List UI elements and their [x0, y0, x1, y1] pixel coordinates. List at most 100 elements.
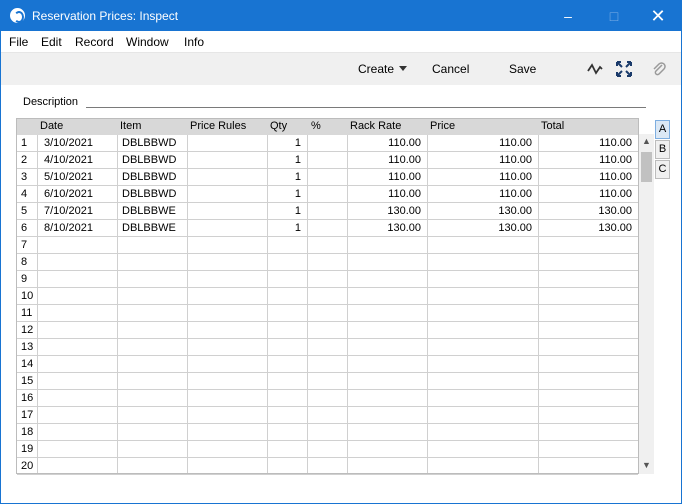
menu-record[interactable]: Record	[75, 35, 114, 49]
cell-item[interactable]: DBLBBWD	[122, 188, 184, 200]
table-row[interactable]: 4 6/10/2021 DBLBBWD 1 110.00 110.00 110.00	[17, 186, 638, 203]
fullscreen-icon[interactable]	[615, 60, 633, 78]
activity-icon[interactable]	[586, 60, 604, 78]
cell-n: 14	[21, 358, 34, 370]
close-icon[interactable]: ✕	[635, 1, 681, 31]
header-qty: Qty	[270, 120, 288, 132]
cell-rack[interactable]: 110.00	[349, 154, 421, 166]
table-row[interactable]: 16	[17, 390, 638, 407]
window: Reservation Prices: Inspect – □ ✕ File E…	[0, 0, 682, 504]
scroll-up-icon[interactable]: ▲	[642, 136, 651, 146]
cell-date[interactable]: 5/10/2021	[44, 171, 114, 183]
cell-date[interactable]: 4/10/2021	[44, 154, 114, 166]
table-row[interactable]: 8	[17, 254, 638, 271]
table-row[interactable]: 12	[17, 322, 638, 339]
cell-qty[interactable]: 1	[269, 137, 301, 149]
description-field[interactable]	[86, 107, 646, 108]
cell-date[interactable]: 3/10/2021	[44, 137, 114, 149]
cell-total[interactable]: 110.00	[540, 137, 632, 149]
cell-n: 18	[21, 426, 34, 438]
cell-n: 11	[21, 307, 33, 319]
table-row[interactable]: 20	[17, 458, 638, 475]
create-label: Create	[358, 62, 395, 76]
table-row[interactable]: 19	[17, 441, 638, 458]
cell-qty[interactable]: 1	[269, 188, 301, 200]
cell-price[interactable]: 110.00	[429, 188, 532, 200]
cell-total[interactable]: 130.00	[540, 222, 632, 234]
create-button[interactable]: Create	[358, 62, 408, 76]
cell-total[interactable]: 110.00	[540, 188, 632, 200]
cell-n: 2	[21, 154, 28, 166]
menu-file[interactable]: File	[9, 35, 28, 49]
cell-n: 1	[21, 137, 28, 149]
cell-rack[interactable]: 130.00	[349, 205, 421, 217]
header-rack-rate: Rack Rate	[350, 120, 402, 132]
vertical-scrollbar[interactable]: ▲ ▼	[639, 134, 654, 474]
table-row[interactable]: 9	[17, 271, 638, 288]
menu-edit[interactable]: Edit	[41, 35, 62, 49]
app-icon	[10, 8, 25, 23]
table-row[interactable]: 1 3/10/2021 DBLBBWD 1 110.00 110.00 110.00	[17, 135, 638, 152]
table-row[interactable]: 17	[17, 407, 638, 424]
table-row[interactable]: 6 8/10/2021 DBLBBWE 1 130.00 130.00 130.00	[17, 220, 638, 237]
table-row[interactable]: 3 5/10/2021 DBLBBWD 1 110.00 110.00 110.00	[17, 169, 638, 186]
cell-qty[interactable]: 1	[269, 154, 301, 166]
grid-header: Date Item Price Rules Qty % Rack Rate Pr…	[17, 119, 638, 135]
tab-a[interactable]: A	[655, 120, 670, 139]
table-row[interactable]: 18	[17, 424, 638, 441]
cell-n: 7	[21, 239, 28, 251]
cell-n: 9	[21, 273, 28, 285]
cell-price[interactable]: 130.00	[429, 205, 532, 217]
cell-n: 6	[21, 222, 28, 234]
cell-n: 19	[21, 443, 34, 455]
cell-item[interactable]: DBLBBWE	[122, 222, 184, 234]
minimize-icon[interactable]: –	[545, 1, 591, 31]
save-button[interactable]: Save	[509, 62, 536, 76]
table-row[interactable]: 2 4/10/2021 DBLBBWD 1 110.00 110.00 110.00	[17, 152, 638, 169]
table-row[interactable]: 13	[17, 339, 638, 356]
tab-b[interactable]: B	[655, 140, 670, 159]
cell-date[interactable]: 6/10/2021	[44, 188, 114, 200]
content-area: Description Date Item Price Rules Qty % …	[1, 85, 681, 503]
cell-rack[interactable]: 110.00	[349, 171, 421, 183]
table-row[interactable]: 7	[17, 237, 638, 254]
table-row[interactable]: 10	[17, 288, 638, 305]
cell-item[interactable]: DBLBBWD	[122, 154, 184, 166]
cell-price[interactable]: 110.00	[429, 171, 532, 183]
cell-total[interactable]: 110.00	[540, 171, 632, 183]
cell-price[interactable]: 130.00	[429, 222, 532, 234]
title-bar: Reservation Prices: Inspect – □ ✕	[1, 1, 681, 31]
paperclip-icon[interactable]	[650, 60, 668, 78]
cell-total[interactable]: 130.00	[540, 205, 632, 217]
table-row[interactable]: 15	[17, 373, 638, 390]
menu-info[interactable]: Info	[184, 35, 204, 49]
scroll-thumb[interactable]	[641, 152, 652, 182]
cell-price[interactable]: 110.00	[429, 154, 532, 166]
cell-qty[interactable]: 1	[269, 171, 301, 183]
tab-c[interactable]: C	[655, 160, 670, 179]
cell-item[interactable]: DBLBBWD	[122, 171, 184, 183]
cell-item[interactable]: DBLBBWD	[122, 137, 184, 149]
cell-item[interactable]: DBLBBWE	[122, 205, 184, 217]
cell-n: 20	[21, 460, 34, 472]
cell-rack[interactable]: 110.00	[349, 137, 421, 149]
cancel-button[interactable]: Cancel	[432, 62, 469, 76]
cell-date[interactable]: 8/10/2021	[44, 222, 114, 234]
table-row[interactable]: 5 7/10/2021 DBLBBWE 1 130.00 130.00 130.00	[17, 203, 638, 220]
cell-n: 16	[21, 392, 34, 404]
table-row[interactable]: 11	[17, 305, 638, 322]
cell-qty[interactable]: 1	[269, 205, 301, 217]
menu-window[interactable]: Window	[126, 35, 169, 49]
menu-bar: File Edit Record Window Info	[1, 31, 681, 52]
cell-qty[interactable]: 1	[269, 222, 301, 234]
scroll-down-icon[interactable]: ▼	[642, 460, 651, 470]
cell-n: 5	[21, 205, 28, 217]
cell-n: 17	[21, 409, 34, 421]
maximize-icon[interactable]: □	[591, 1, 637, 31]
cell-price[interactable]: 110.00	[429, 137, 532, 149]
table-row[interactable]: 14	[17, 356, 638, 373]
cell-rack[interactable]: 130.00	[349, 222, 421, 234]
cell-rack[interactable]: 110.00	[349, 188, 421, 200]
cell-date[interactable]: 7/10/2021	[44, 205, 114, 217]
cell-total[interactable]: 110.00	[540, 154, 632, 166]
